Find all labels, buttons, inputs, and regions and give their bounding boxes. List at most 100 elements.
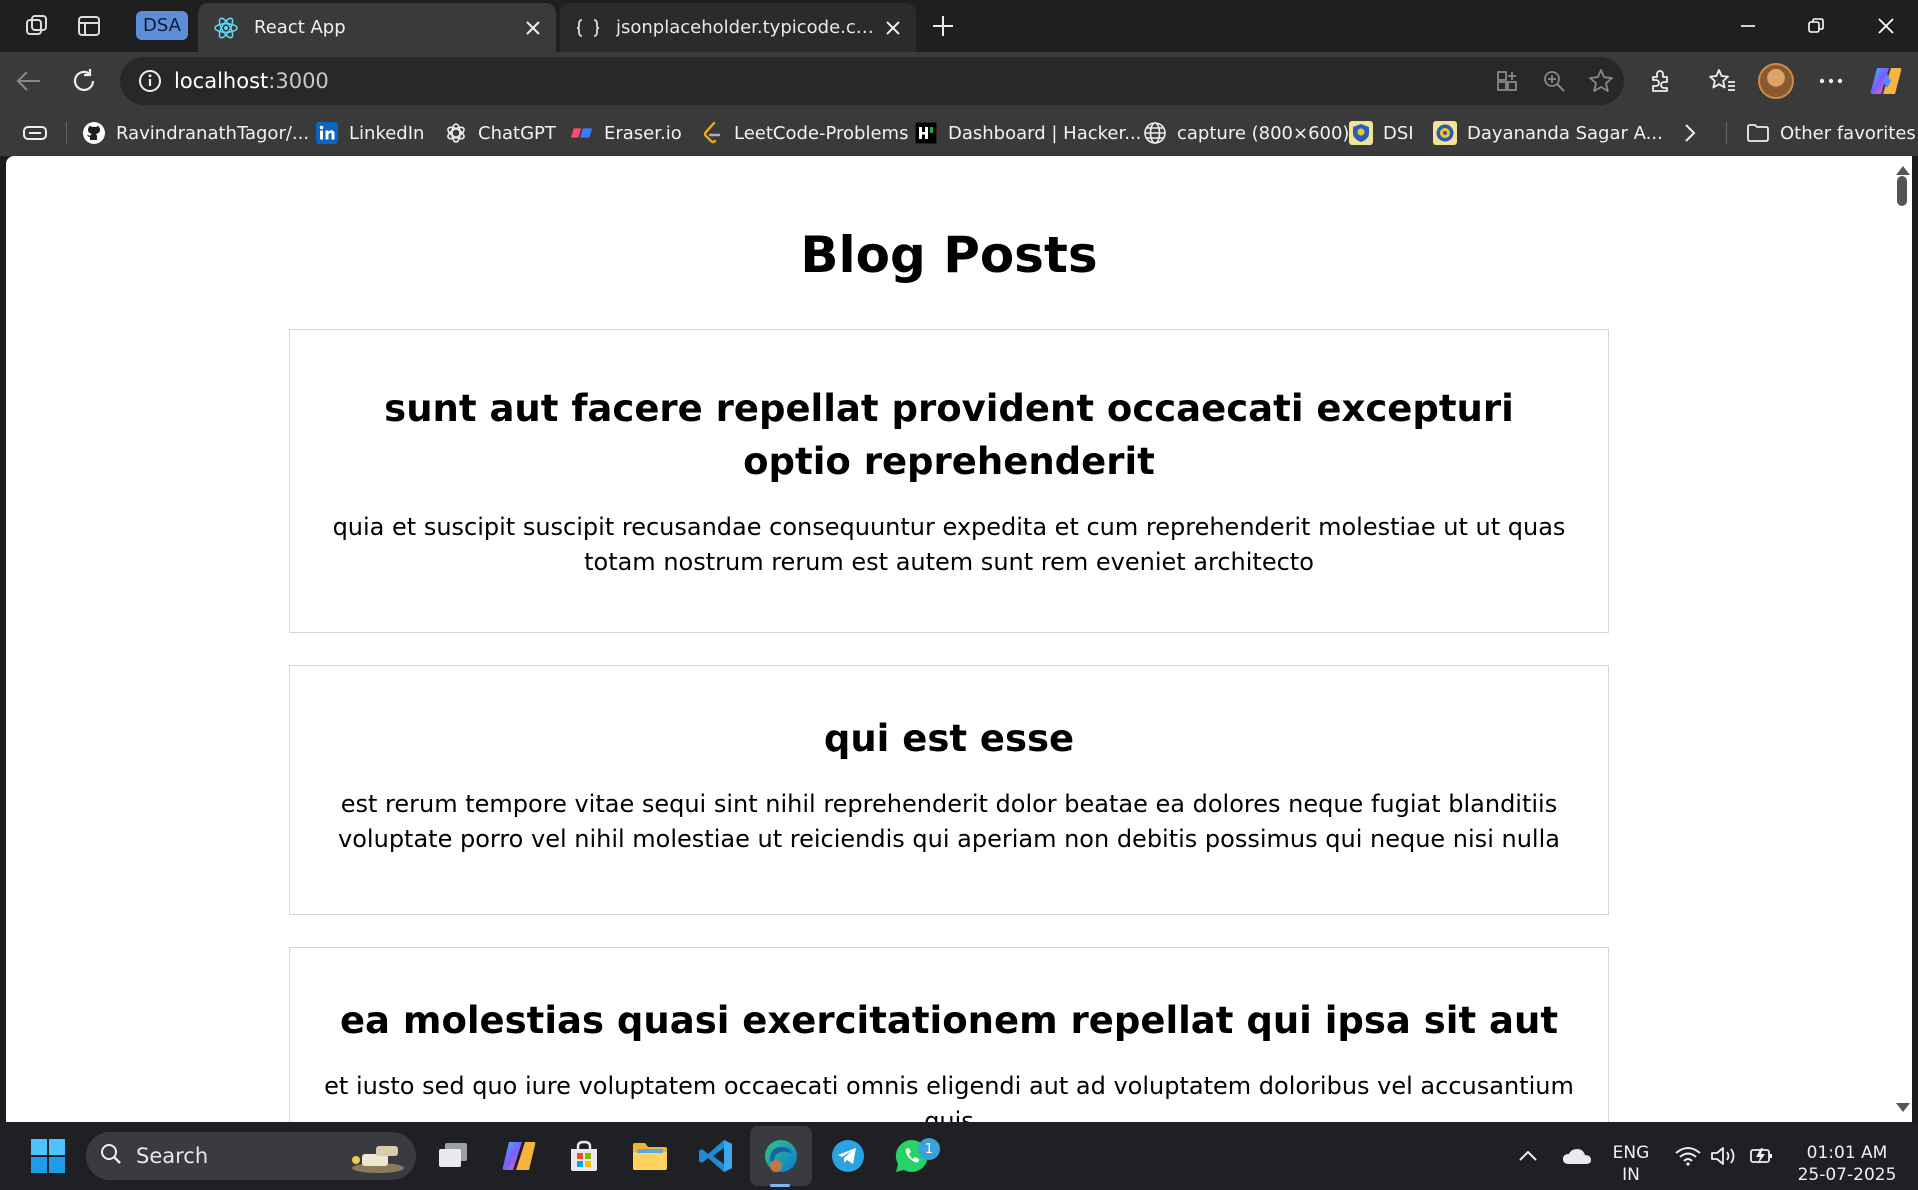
leetcode-icon xyxy=(700,121,724,145)
app-available-icon[interactable] xyxy=(1488,62,1526,100)
microsoft-store-icon[interactable] xyxy=(562,1134,606,1178)
close-icon[interactable] xyxy=(518,13,548,43)
post-title: qui est esse xyxy=(823,717,1075,760)
react-icon xyxy=(212,14,240,42)
battery-charging-icon[interactable] xyxy=(1740,1134,1784,1178)
active-app-indicator xyxy=(770,1184,790,1187)
favorite-dsi[interactable]: DSI xyxy=(1349,118,1414,148)
eraser-icon xyxy=(570,121,594,145)
extensions-icon[interactable] xyxy=(1642,62,1680,100)
input-language[interactable]: ENG IN xyxy=(1606,1142,1656,1186)
address-bar[interactable]: localhost:3000 xyxy=(120,57,1624,105)
telegram-icon[interactable] xyxy=(826,1134,870,1178)
search-icon xyxy=(100,1143,122,1170)
jsonplaceholder-icon xyxy=(574,14,602,42)
profile-avatar[interactable] xyxy=(1758,63,1794,99)
whatsapp-notification-badge: 1 xyxy=(918,1138,940,1160)
globe-icon xyxy=(1143,121,1167,145)
window-edge xyxy=(1912,156,1918,1122)
scroll-thumb[interactable] xyxy=(1897,176,1907,206)
clock[interactable]: 01:01 AM 25-07-2025 xyxy=(1792,1142,1902,1186)
search-label: Search xyxy=(136,1144,209,1168)
more-menu-icon[interactable] xyxy=(1812,62,1850,100)
scroll-down-arrow-icon[interactable] xyxy=(1896,1103,1910,1112)
favorite-label: Dashboard | Hacker... xyxy=(948,122,1142,144)
zoom-icon[interactable] xyxy=(1535,62,1573,100)
vscode-icon[interactable] xyxy=(694,1134,738,1178)
task-view-icon[interactable] xyxy=(432,1134,476,1178)
favorite-star-icon[interactable] xyxy=(1582,62,1620,100)
clock-date: 25-07-2025 xyxy=(1797,1165,1897,1185)
dsi-icon xyxy=(1349,121,1373,145)
post-card: qui est esse est rerum tempore vitae seq… xyxy=(289,665,1609,915)
post-body: quia et suscipit suscipit recusandae con… xyxy=(332,513,1566,576)
chevron-right-icon[interactable] xyxy=(1684,118,1696,148)
favorite-github[interactable]: RavindranathTagor/... xyxy=(82,118,309,148)
back-button[interactable] xyxy=(10,62,48,100)
favorite-label: Eraser.io xyxy=(604,122,682,144)
workspaces-icon[interactable] xyxy=(22,11,52,41)
favorite-label: LeetCode-Problems xyxy=(734,122,909,144)
close-window-button[interactable] xyxy=(1858,6,1914,46)
post-card: ea molestias quasi exercitationem repell… xyxy=(289,947,1609,1122)
favorite-label: capture (800×600) xyxy=(1177,122,1350,144)
post-card: sunt aut facere repellat provident occae… xyxy=(289,329,1609,633)
language-code: ENG xyxy=(1612,1143,1650,1163)
tab-title: React App xyxy=(254,17,346,38)
onedrive-icon[interactable] xyxy=(1555,1134,1599,1178)
post-title: ea molestias quasi exercitationem repell… xyxy=(339,999,1559,1042)
tab-jsonplaceholder[interactable]: jsonplaceholder.typicode.com/po xyxy=(560,3,916,52)
restore-button[interactable] xyxy=(1788,6,1844,46)
favorites-divider xyxy=(66,122,67,144)
edge-icon[interactable] xyxy=(759,1134,803,1178)
favorite-chatgpt[interactable]: ChatGPT xyxy=(444,118,556,148)
page-viewport: Blog Posts sunt aut facere repellat prov… xyxy=(6,156,1892,1122)
taskbar-search[interactable]: Search xyxy=(86,1132,416,1180)
favorite-eraser[interactable]: Eraser.io xyxy=(570,118,682,148)
copilot-taskbar-icon[interactable] xyxy=(497,1134,541,1178)
favorites-bar: RavindranathTagor/... LinkedIn ChatGPT E… xyxy=(0,110,1918,156)
windows-start-icon[interactable] xyxy=(26,1134,70,1178)
refresh-button[interactable] xyxy=(65,62,103,100)
url-text[interactable]: localhost:3000 xyxy=(174,69,329,93)
copilot-icon[interactable] xyxy=(1869,65,1903,97)
tab-group-dsa[interactable]: DSA xyxy=(136,11,188,40)
linkedin-icon xyxy=(315,121,339,145)
page-title: Blog Posts xyxy=(800,226,1098,284)
close-icon[interactable] xyxy=(878,13,908,43)
region-code: IN xyxy=(1622,1165,1640,1185)
navigation-bar: localhost:3000 xyxy=(0,52,1918,110)
vertical-scrollbar[interactable] xyxy=(1892,156,1912,1122)
hackerrank-icon xyxy=(914,121,938,145)
favorite-leetcode[interactable]: LeetCode-Problems xyxy=(700,118,908,148)
search-highlight-icon xyxy=(342,1138,408,1179)
other-favorites[interactable]: Other favorites xyxy=(1746,118,1916,148)
clock-time: 01:01 AM xyxy=(1806,1143,1888,1163)
title-bar: DSA React App jsonplaceholder.typicode.c… xyxy=(0,0,1918,52)
favorite-capture[interactable]: capture (800×600) xyxy=(1143,118,1349,148)
new-tab-button[interactable] xyxy=(926,9,960,43)
post-title: sunt aut facere repellat provident occae… xyxy=(384,387,1514,483)
tab-react-app[interactable]: React App xyxy=(198,3,556,52)
favorite-label: LinkedIn xyxy=(349,122,425,144)
favorite-linkedin[interactable]: LinkedIn xyxy=(315,118,424,148)
folder-icon xyxy=(1746,121,1770,145)
favorite-label: RavindranathTagor/... xyxy=(116,122,310,144)
favorite-label: ChatGPT xyxy=(478,122,556,144)
favorites-icon[interactable] xyxy=(1703,62,1741,100)
favorite-dayananda[interactable]: Dayananda Sagar A... xyxy=(1433,118,1663,148)
scroll-up-arrow-icon[interactable] xyxy=(1896,166,1910,175)
favorite-label: DSI xyxy=(1383,122,1414,144)
college-icon xyxy=(1433,121,1457,145)
minimize-button[interactable] xyxy=(1720,6,1776,46)
tab-actions-icon[interactable] xyxy=(74,11,104,41)
post-body: est rerum tempore vitae sequi sint nihil… xyxy=(338,790,1560,853)
favorite-hackerrank[interactable]: Dashboard | Hacker... xyxy=(914,118,1141,148)
chevron-up-icon[interactable] xyxy=(1506,1134,1550,1178)
favorite-label: Dayananda Sagar A... xyxy=(1467,122,1663,144)
tab-title: jsonplaceholder.typicode.com/po xyxy=(616,17,878,38)
file-explorer-icon[interactable] xyxy=(628,1134,672,1178)
other-favorites-label: Other favorites xyxy=(1780,122,1916,144)
collections-icon[interactable] xyxy=(22,118,48,148)
site-info-icon[interactable] xyxy=(126,57,174,105)
